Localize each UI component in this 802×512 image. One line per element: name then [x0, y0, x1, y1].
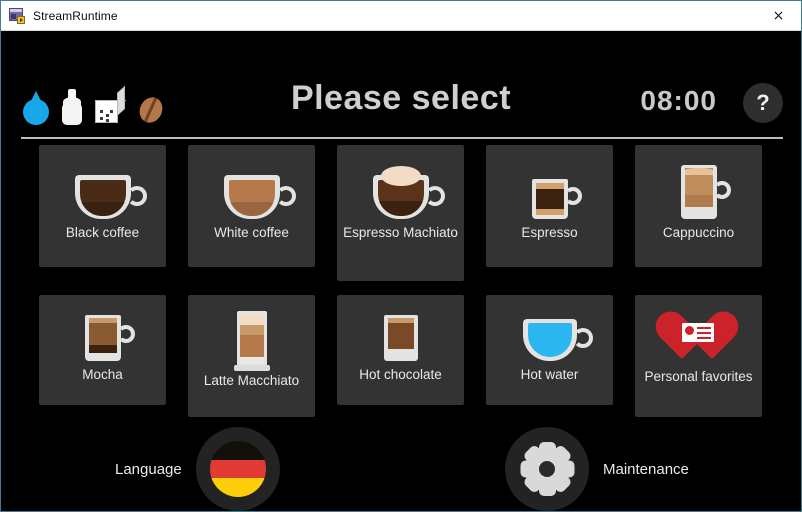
help-button[interactable]: ? — [743, 83, 783, 123]
app-header: Please select 08:00 ? — [1, 31, 801, 139]
drink-row-1: Black coffee White coffee Espresso Machi… — [39, 145, 765, 281]
application-window: StreamRuntime × Please select 08:00 ? Bl… — [0, 0, 802, 512]
language-button[interactable] — [195, 427, 280, 511]
stream-runtime-icon — [9, 7, 25, 24]
drink-label: Mocha — [82, 367, 123, 382]
drink-label: Personal favorites — [644, 369, 753, 384]
drink-button-espresso-machiato[interactable]: Espresso Machiato — [337, 145, 464, 281]
drink-button-hot-water[interactable]: Hot water — [486, 295, 613, 405]
bottom-bar: Language Maintenance — [1, 419, 801, 511]
maintenance-button[interactable] — [505, 427, 589, 511]
hot-water-cup-icon — [486, 307, 613, 361]
drink-button-latte-macchiato[interactable]: Latte Macchiato — [188, 295, 315, 417]
drink-row-2: Mocha Latte Macchiato Hot chocolate Hot … — [39, 295, 765, 417]
espresso-glass-icon — [486, 157, 613, 219]
drink-label: Hot water — [520, 367, 579, 382]
cappuccino-glass-icon — [635, 157, 762, 219]
gear-icon — [520, 442, 574, 496]
drink-label: Espresso Machiato — [343, 225, 458, 240]
drink-button-personal-favorites[interactable]: Personal favorites — [635, 295, 762, 417]
maintenance-label: Maintenance — [603, 460, 689, 478]
german-flag-icon — [209, 441, 266, 497]
mocha-glass-icon — [39, 307, 166, 361]
black-coffee-cup-icon — [39, 157, 166, 219]
personal-favorites-heart-icon — [635, 307, 762, 363]
drink-label: Black coffee — [65, 225, 140, 240]
app-screen: Please select 08:00 ? Black coffee White… — [1, 31, 801, 511]
white-coffee-cup-icon — [188, 157, 315, 219]
window-titlebar: StreamRuntime × — [1, 1, 801, 31]
drink-label: White coffee — [214, 225, 289, 240]
maintenance-group: Maintenance — [505, 427, 689, 511]
drink-button-hot-chocolate[interactable]: Hot chocolate — [337, 295, 464, 405]
drink-label: Espresso — [521, 225, 578, 240]
hot-chocolate-glass-icon — [337, 307, 464, 361]
drink-label: Cappuccino — [662, 225, 735, 240]
header-divider — [21, 137, 783, 139]
drink-button-espresso[interactable]: Espresso — [486, 145, 613, 267]
espresso-machiato-cup-icon — [337, 157, 464, 219]
drink-grid: Black coffee White coffee Espresso Machi… — [39, 145, 765, 417]
close-icon[interactable]: × — [756, 1, 801, 30]
language-label: Language — [115, 460, 182, 478]
drink-button-black-coffee[interactable]: Black coffee — [39, 145, 166, 267]
drink-button-mocha[interactable]: Mocha — [39, 295, 166, 405]
drink-label: Latte Macchiato — [203, 373, 300, 388]
window-title: StreamRuntime — [33, 8, 118, 23]
contact-card-icon — [681, 323, 714, 342]
clock-display: 08:00 — [640, 85, 717, 116]
language-group: Language — [115, 427, 280, 511]
latte-macchiato-glass-icon — [188, 307, 315, 371]
drink-label: Hot chocolate — [359, 367, 442, 382]
drink-button-cappuccino[interactable]: Cappuccino — [635, 145, 762, 267]
drink-button-white-coffee[interactable]: White coffee — [188, 145, 315, 267]
